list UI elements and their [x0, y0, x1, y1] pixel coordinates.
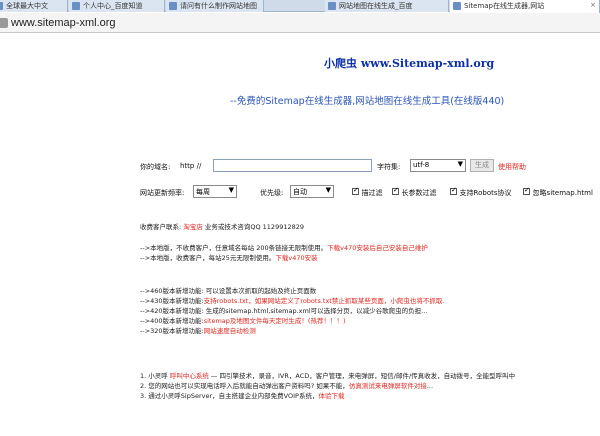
checkbox[interactable] — [523, 186, 530, 195]
priority-select[interactable]: 自动 ▼ — [290, 185, 334, 198]
download-link[interactable]: 下载v470安装后自己安装自己维护 — [327, 244, 428, 252]
ad-line: 2. 您的网站也可以实现电话呼入后就能自动弹出客户资料吗? 如果不能，仿真测试来… — [140, 382, 434, 390]
checkbox[interactable] — [450, 186, 457, 195]
priority-label: 优先级: — [260, 189, 284, 197]
page-favicon-icon — [453, 2, 461, 10]
address-bar[interactable]: www.sitemap-xml.org — [0, 13, 600, 33]
freq-select[interactable]: 每周 ▼ — [193, 185, 237, 198]
browser-tab-active[interactable]: Sitemap在线生成器,网站 × — [450, 0, 600, 13]
chevron-down-icon: ▼ — [228, 186, 234, 194]
chevron-down-icon: ▼ — [325, 186, 331, 194]
url-text[interactable]: www.sitemap-xml.org — [11, 16, 116, 30]
update-line: -->400版本新增功能:sitemap及地图文件每天定时生成！(热荐！！！) — [140, 317, 346, 325]
ad-line: 1. 小灵呼 呼叫中心系统 — 四引擎技术，录音，IVR，ACD，客户管理，来电… — [140, 372, 516, 380]
checkbox[interactable] — [352, 186, 359, 195]
update-line: -->420版本新增功能: 生成的sitemap.html,sitemap.xm… — [140, 307, 428, 315]
ad-line: 3. 通过小灵呼SipServer，自主搭建企业内部免费VOIP系统，体验下载 — [140, 392, 345, 400]
local-free-line: -->本地版，不收费客户，任意域名每站 200条链接无限制使用。下载v470安装… — [140, 244, 428, 252]
option-filter[interactable]: 描过滤 — [352, 186, 383, 198]
browser-tab[interactable]: 个人中心_百度知道 — [69, 0, 165, 12]
browser-tab[interactable]: 网站地图在线生成_百度 — [325, 0, 449, 12]
generate-button[interactable]: 生成 — [470, 159, 494, 172]
help-link[interactable]: 使用帮助 — [498, 162, 526, 172]
close-tab-icon[interactable]: × — [590, 0, 596, 10]
http-prefix: http // — [180, 162, 202, 170]
option-ignore-sitemap[interactable]: 忽略sitemap.html — [523, 186, 593, 198]
update-line: -->430版本新增功能:支持robots.txt，如果网站定义了robots.… — [140, 297, 445, 305]
url-input[interactable] — [213, 159, 372, 172]
update-line: -->460版本新增功能: 可以设置本次抓取的起始及终止页面数 — [140, 287, 317, 295]
page-favicon-icon — [169, 2, 177, 10]
page-favicon-icon — [0, 2, 3, 10]
site-label: 你的域名: — [140, 163, 171, 171]
page-title: 小爬虫 www.Sitemap-xml.org — [324, 57, 495, 70]
contact-line: 收费客户联系: 淘宝店 业务或技术咨询QQ 1129912829 — [140, 223, 305, 231]
page-subtitle: --免费的Sitemap在线生成器,网站地图在线生成工具(在线版440) — [230, 96, 505, 107]
download-link[interactable]: 下载v470安装 — [275, 254, 317, 262]
browser-tab[interactable]: 请问有什么制作网站地图 — [166, 0, 264, 12]
taobao-link[interactable]: 淘宝店 — [183, 223, 203, 231]
page-icon — [0, 18, 8, 28]
page-favicon-icon — [72, 2, 80, 10]
option-long-params[interactable]: 长参数过滤 — [392, 186, 437, 198]
update-line: -->320版本新增功能:网站速度自动检测 — [140, 327, 256, 335]
charset-select[interactable]: utf-8 ▼ — [410, 159, 466, 172]
browser-tab[interactable]: 全球最大中文 — [0, 0, 68, 12]
checkbox[interactable] — [392, 186, 399, 195]
charset-label: 字符集: — [377, 163, 401, 171]
chevron-down-icon: ▼ — [457, 160, 463, 168]
browser-tab-bar: 全球最大中文 个人中心_百度知道 请问有什么制作网站地图 网站地图在线生成_百度… — [0, 0, 600, 13]
freq-label: 网站更新频率: — [140, 189, 185, 197]
page-favicon-icon — [328, 2, 336, 10]
option-robots[interactable]: 支持Robots协议 — [450, 186, 512, 198]
local-paid-line: -->本地版，收费客户，每站25元无限制使用。下载v470安装 — [140, 254, 318, 262]
